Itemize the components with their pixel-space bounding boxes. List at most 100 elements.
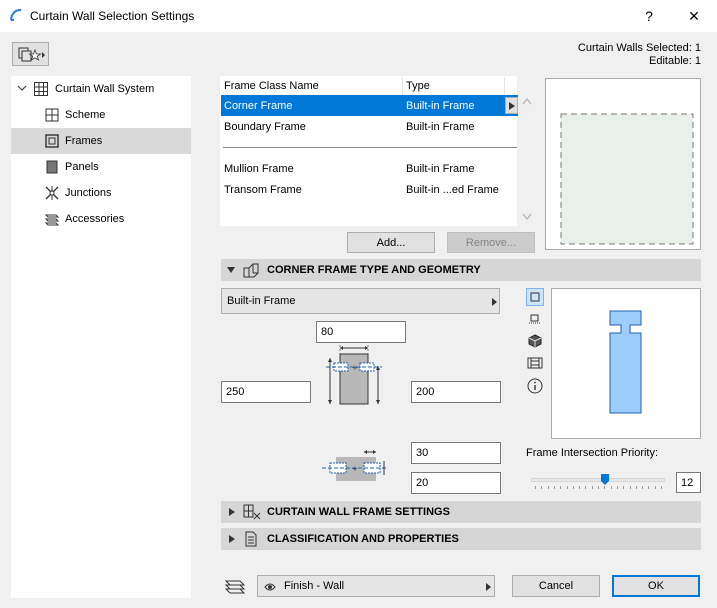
slider-tick <box>636 486 637 489</box>
slider-tick <box>592 486 593 489</box>
section-title: CURTAIN WALL FRAME SETTINGS <box>267 506 450 518</box>
tree-item-junctions[interactable]: Junctions <box>11 180 191 206</box>
column-header-name[interactable]: Frame Class Name <box>224 77 319 95</box>
tree-item-label: Accessories <box>65 213 125 225</box>
tree-item-label: Frames <box>65 135 103 147</box>
layer-value: Finish - Wall <box>284 580 345 592</box>
curtain-wall-system-icon <box>34 82 48 96</box>
tree-item-frames[interactable]: Frames <box>11 128 191 154</box>
ok-button[interactable]: OK <box>612 575 700 597</box>
section-title: CORNER FRAME TYPE AND GEOMETRY <box>267 264 481 276</box>
frame-depth-right-field[interactable]: 200 <box>411 381 501 403</box>
frame-type: Built-in ...ed Frame <box>406 183 499 196</box>
layer-icon <box>222 577 248 595</box>
list-item[interactable]: Corner Frame Built-in Frame <box>221 95 518 116</box>
tree-root-label: Curtain Wall System <box>55 83 155 95</box>
info-icon <box>527 378 543 394</box>
junctions-icon <box>45 186 59 200</box>
frame-dimension-diagram: + <box>324 344 384 408</box>
classification-section-header[interactable]: CLASSIFICATION AND PROPERTIES <box>221 528 701 550</box>
tree-item-panels[interactable]: Panels <box>11 154 191 180</box>
slider-tick <box>655 486 656 489</box>
priority-label: Frame Intersection Priority: <box>526 447 659 459</box>
cube-icon <box>528 334 542 348</box>
close-button[interactable]: ✕ <box>671 0 717 32</box>
frame-type: Built-in Frame <box>406 99 475 112</box>
add-button[interactable]: Add... <box>347 232 435 253</box>
frame-type: Built-in Frame <box>406 162 475 175</box>
corner-frame-section-header[interactable]: CORNER FRAME TYPE AND GEOMETRY <box>221 259 701 281</box>
list-item[interactable]: Mullion Frame Built-in Frame <box>221 158 518 179</box>
slider-tick <box>548 486 549 489</box>
accessories-icon <box>44 214 60 226</box>
layer-dropdown[interactable]: Finish - Wall <box>257 575 495 597</box>
plan-view-button[interactable] <box>526 288 544 306</box>
slider-tick <box>560 486 561 489</box>
column-divider <box>402 77 403 95</box>
list-scrollbar[interactable] <box>519 94 535 224</box>
chevron-right-icon <box>508 101 515 110</box>
material-view-button[interactable] <box>526 354 544 372</box>
priority-slider[interactable] <box>531 470 665 492</box>
slider-thumb[interactable] <box>601 474 609 485</box>
square-icon <box>530 292 540 302</box>
collapse-arrow-icon <box>227 267 235 273</box>
svg-text:+: + <box>352 364 358 372</box>
tree-item-accessories[interactable]: Accessories <box>11 206 191 232</box>
slider-tick <box>579 486 580 489</box>
frame-type: Built-in Frame <box>406 120 475 133</box>
slider-tick <box>661 486 662 489</box>
frame-type-dropdown[interactable]: Built-in Frame <box>221 288 500 314</box>
frame-offset-diagram: + <box>322 447 386 487</box>
frames-icon <box>45 134 59 148</box>
3d-view-button[interactable] <box>526 332 544 350</box>
expand-arrow-icon <box>229 535 235 543</box>
slider-tick <box>554 486 555 489</box>
plan-preview <box>545 78 701 250</box>
frame-name: Mullion Frame <box>224 162 294 175</box>
slider-tick <box>604 486 605 489</box>
frame-width-field[interactable]: 80 <box>316 321 406 343</box>
priority-value-field[interactable]: 12 <box>676 472 701 493</box>
section-title: CLASSIFICATION AND PROPERTIES <box>267 533 459 545</box>
slider-tick <box>573 486 574 489</box>
column-divider <box>504 77 505 95</box>
cancel-button[interactable]: Cancel <box>512 575 600 597</box>
column-header-type[interactable]: Type <box>406 77 430 95</box>
cw-frame-settings-icon <box>243 504 261 520</box>
frame-depth-left-field[interactable]: 250 <box>221 381 311 403</box>
cw-frame-settings-section-header[interactable]: CURTAIN WALL FRAME SETTINGS <box>221 501 701 523</box>
help-button[interactable]: ? <box>626 0 672 32</box>
archicad-icon <box>9 8 23 22</box>
slider-tick <box>642 486 643 489</box>
list-item[interactable]: Boundary Frame Built-in Frame <box>221 116 518 137</box>
list-item[interactable]: Transom Frame Built-in ...ed Frame <box>221 179 518 200</box>
window-title: Curtain Wall Selection Settings <box>30 9 195 23</box>
expand-arrow-icon <box>229 508 235 516</box>
frame-name: Boundary Frame <box>224 120 306 133</box>
remove-button: Remove... <box>447 232 535 253</box>
info-button[interactable] <box>526 377 544 395</box>
slider-ticks <box>531 486 665 490</box>
chevron-right-icon <box>492 298 497 306</box>
title-bar: Curtain Wall Selection Settings ? ✕ <box>0 0 717 32</box>
frame-offset-b-field[interactable]: 20 <box>411 472 501 494</box>
frame-profile-preview <box>551 288 701 439</box>
slider-tick <box>598 486 599 489</box>
chevron-down-icon[interactable] <box>17 83 27 93</box>
slider-tick <box>617 486 618 489</box>
slider-track <box>531 478 665 482</box>
document-icon <box>245 531 257 547</box>
frame-class-list[interactable]: Frame Class Name Type Corner Frame Built… <box>220 76 518 226</box>
frame-offset-a-field[interactable]: 30 <box>411 442 501 464</box>
section-view-button[interactable] <box>526 311 544 329</box>
section-view-icon <box>529 314 541 324</box>
panels-icon <box>46 160 58 174</box>
tree-item-label: Scheme <box>65 109 106 121</box>
tree-item-curtain-wall-system[interactable]: Curtain Wall System <box>11 76 191 102</box>
row-menu-button[interactable] <box>505 97 518 114</box>
slider-tick <box>630 486 631 489</box>
tree-item-label: Junctions <box>65 187 112 199</box>
favorites-button[interactable] <box>12 42 49 66</box>
tree-item-scheme[interactable]: Scheme <box>11 102 191 128</box>
